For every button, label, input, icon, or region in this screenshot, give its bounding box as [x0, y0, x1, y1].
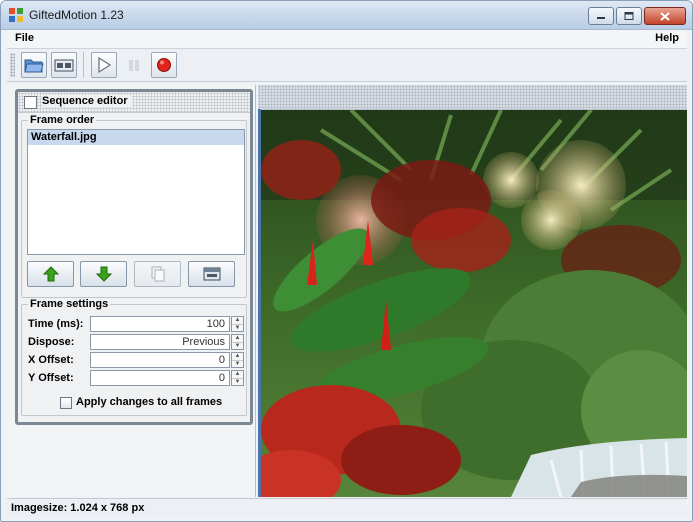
left-panel: Sequence editor Frame order Waterfall.jp…: [7, 85, 256, 497]
menu-help[interactable]: Help: [655, 32, 679, 44]
spin-down-icon[interactable]: ▼: [232, 343, 243, 350]
minimize-button[interactable]: [588, 7, 614, 25]
open-button[interactable]: [21, 52, 47, 78]
time-field[interactable]: 100: [90, 316, 230, 332]
spin-down-icon[interactable]: ▼: [232, 379, 243, 386]
sequence-editor: Sequence editor Frame order Waterfall.jp…: [15, 89, 253, 425]
status-text: Imagesize: 1.024 x 768 px: [11, 502, 145, 514]
toolbar: [7, 49, 687, 82]
menu-bar: File Help: [7, 30, 687, 49]
yoffset-field[interactable]: 0: [90, 370, 230, 386]
delete-button[interactable]: [188, 261, 235, 287]
pause-icon: [129, 60, 139, 71]
delete-icon: [203, 267, 220, 281]
frames-button[interactable]: [51, 52, 77, 78]
spin-up-icon[interactable]: ▲: [232, 371, 243, 379]
time-stepper[interactable]: ▲ ▼: [231, 316, 244, 332]
window-controls: [588, 7, 686, 25]
sequence-editor-header[interactable]: Sequence editor: [18, 92, 250, 113]
yoffset-stepper[interactable]: ▲ ▼: [231, 370, 244, 386]
window-title: GiftedMotion 1.23: [29, 8, 124, 22]
dispose-stepper[interactable]: ▲ ▼: [231, 334, 244, 350]
toolbar-grip[interactable]: [10, 53, 15, 77]
close-icon: [660, 11, 670, 21]
dispose-label: Dispose:: [28, 336, 75, 348]
preview-panel: [258, 85, 687, 497]
xoffset-field[interactable]: 0: [90, 352, 230, 368]
dispose-row: Dispose: Previous ▲ ▼: [22, 334, 248, 352]
list-item[interactable]: Waterfall.jpg: [28, 130, 244, 145]
apply-all-label[interactable]: Apply changes to all frames: [76, 396, 222, 408]
frame-order-title: Frame order: [28, 114, 97, 126]
pause-button[interactable]: [121, 52, 147, 78]
play-icon: [98, 56, 112, 74]
move-down-icon: [95, 266, 112, 282]
menu-file[interactable]: File: [15, 32, 34, 44]
play-button[interactable]: [91, 52, 117, 78]
time-label: Time (ms):: [28, 318, 84, 330]
preview-image: [261, 110, 687, 497]
panel-icon: [24, 96, 37, 109]
app-icon: [9, 8, 23, 22]
close-button[interactable]: [644, 7, 686, 25]
move-up-button[interactable]: [27, 261, 74, 287]
record-icon: [157, 58, 171, 72]
status-bar: Imagesize: 1.024 x 768 px: [7, 498, 687, 517]
yoffset-label: Y Offset:: [28, 372, 74, 384]
preview-header[interactable]: [258, 85, 687, 110]
minimize-icon: [597, 17, 605, 19]
frame-settings-title: Frame settings: [28, 298, 111, 310]
frames-icon: [54, 59, 74, 72]
copy-icon: [151, 266, 164, 282]
spin-down-icon[interactable]: ▼: [232, 325, 243, 332]
apply-all-checkbox[interactable]: [60, 397, 72, 409]
spin-up-icon[interactable]: ▲: [232, 335, 243, 343]
xoffset-label: X Offset:: [28, 354, 74, 366]
frame-list[interactable]: Waterfall.jpg: [27, 129, 245, 255]
maximize-button[interactable]: [616, 7, 642, 25]
record-button[interactable]: [151, 52, 177, 78]
frame-order-group: Frame order Waterfall.jpg: [21, 114, 247, 298]
sequence-editor-title: Sequence editor: [42, 95, 132, 107]
dispose-field[interactable]: Previous: [90, 334, 230, 350]
xoffset-stepper[interactable]: ▲ ▼: [231, 352, 244, 368]
move-up-icon: [42, 266, 59, 282]
spin-down-icon[interactable]: ▼: [232, 361, 243, 368]
time-row: Time (ms): 100 ▲ ▼: [22, 316, 248, 334]
yoffset-row: Y Offset: 0 ▲ ▼: [22, 370, 248, 388]
open-folder-icon: [24, 59, 44, 73]
maximize-icon: [624, 12, 634, 20]
spin-up-icon[interactable]: ▲: [232, 317, 243, 325]
app-window: GiftedMotion 1.23 File Help Sequence edi…: [0, 0, 693, 522]
move-down-button[interactable]: [80, 261, 127, 287]
title-bar[interactable]: GiftedMotion 1.23: [1, 1, 692, 30]
toolbar-separator: [83, 52, 84, 78]
xoffset-row: X Offset: 0 ▲ ▼: [22, 352, 248, 370]
copy-button[interactable]: [134, 261, 181, 287]
spin-up-icon[interactable]: ▲: [232, 353, 243, 361]
